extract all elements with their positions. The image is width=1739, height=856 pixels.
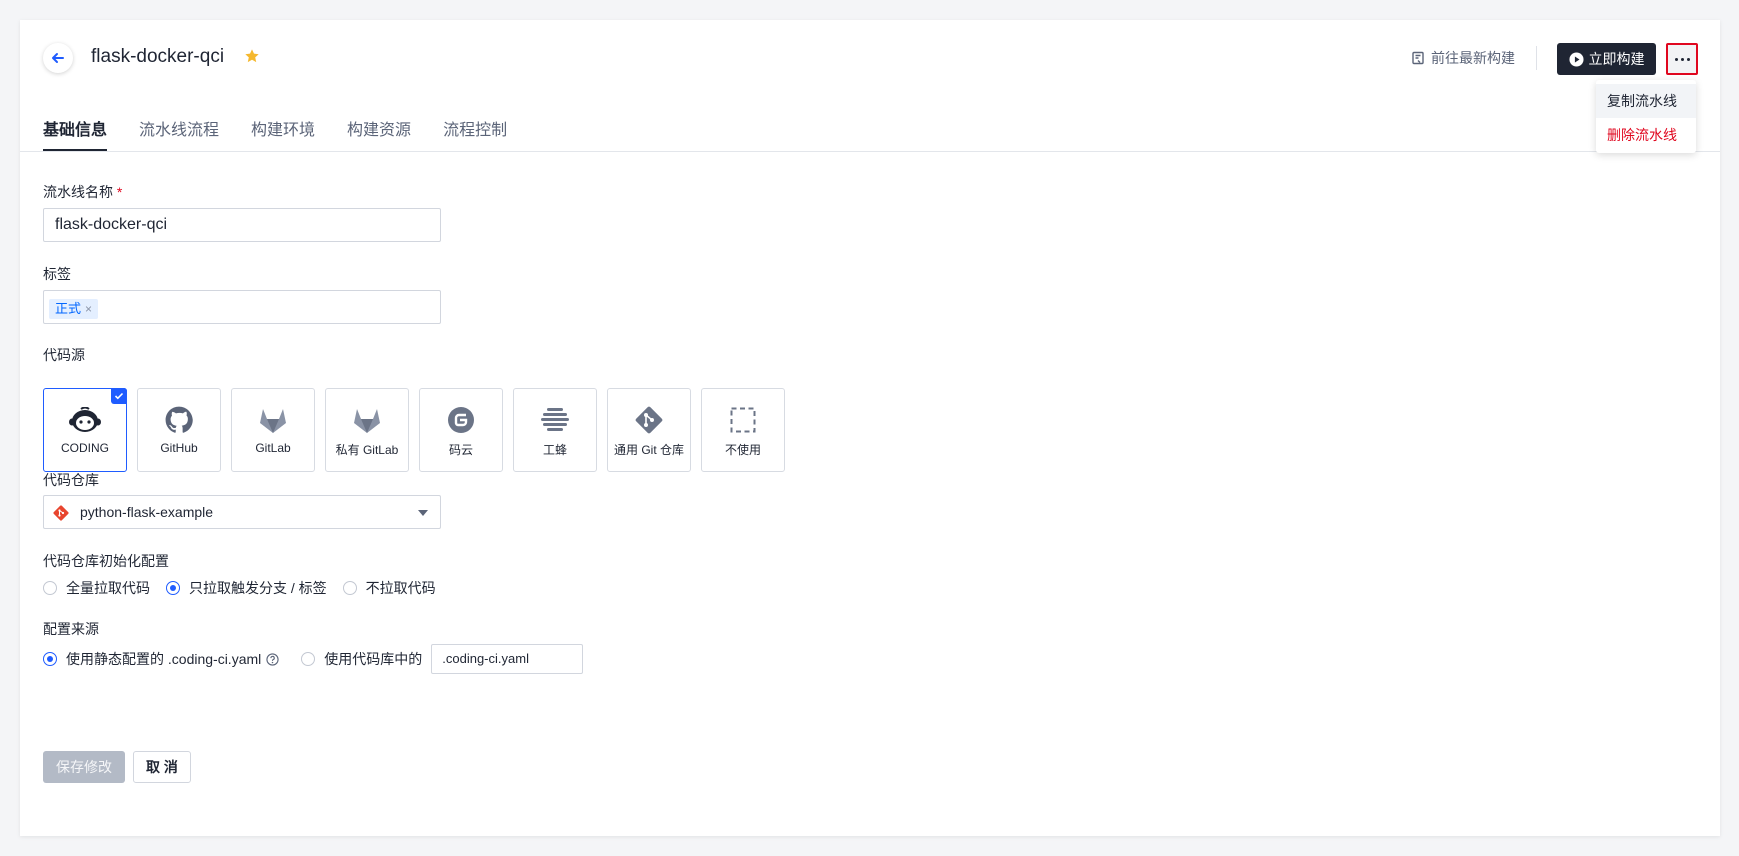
github-icon (165, 405, 193, 435)
git-repo-icon (53, 505, 69, 521)
config-source-options: 使用静态配置的 .coding-ci.yaml 使用代码库中的 .coding-… (43, 644, 584, 674)
tag-chip: 正式 × (49, 299, 99, 319)
run-now-button[interactable]: 立即构建 (1557, 43, 1656, 75)
menu-item-delete-pipeline[interactable]: 删除流水线 (1596, 118, 1696, 152)
repo-select-value: python-flask-example (80, 504, 214, 520)
cancel-button[interactable]: 取 消 (133, 751, 191, 783)
tag-chip-label: 正式 (55, 301, 82, 316)
source-tile-private-gitlab[interactable]: 私有 GitLab (325, 388, 409, 472)
tab-pipeline-flow[interactable]: 流水线流程 (139, 116, 219, 150)
source-tile-label: 不使用 (724, 443, 761, 457)
repo-select[interactable]: python-flask-example (43, 495, 441, 529)
dot-icon (1674, 57, 1678, 61)
source-tile-label: GitHub (160, 441, 198, 455)
source-tile-gitlab[interactable]: GitLab (231, 388, 315, 472)
save-button[interactable]: 保存修改 (43, 751, 125, 783)
run-now-label: 立即构建 (1588, 51, 1645, 67)
gitee-icon (447, 405, 475, 435)
gitlab-icon (258, 405, 288, 435)
page-title: flask-docker-qci (91, 46, 225, 67)
tab-basic-info[interactable]: 基础信息 (43, 116, 108, 151)
code-source-label: 代码源 (43, 347, 85, 363)
source-tile-github[interactable]: GitHub (137, 388, 221, 472)
required-mark: * (116, 184, 123, 200)
check-icon (111, 388, 127, 404)
build-log-icon (1412, 51, 1424, 65)
arrow-left-icon (52, 53, 64, 63)
source-tile-label: 通用 Git 仓库 (613, 443, 684, 457)
repo-init-label: 代码仓库初始化配置 (43, 553, 169, 569)
source-tile-label: GitLab (255, 441, 291, 455)
dot-icon (1686, 57, 1690, 61)
tab-build-env[interactable]: 构建环境 (251, 116, 315, 150)
settings-tabs: 基础信息 流水线流程 构建环境 构建资源 流程控制 (43, 116, 539, 151)
star-icon[interactable] (244, 48, 260, 64)
menu-item-copy-pipeline[interactable]: 复制流水线 (1596, 84, 1696, 118)
play-icon (1568, 51, 1584, 67)
git-icon (635, 405, 663, 435)
pipeline-settings-card: flask-docker-qci 前往最新构建 立即构建 复制流水线 删除流水线… (20, 20, 1720, 836)
tags-label: 标签 (43, 266, 71, 282)
radio-no-clone[interactable] (342, 581, 357, 595)
back-button[interactable] (43, 43, 73, 73)
source-tile-gongfeng[interactable]: 工蜂 (513, 388, 597, 472)
dot-icon (1680, 57, 1684, 61)
repo-init-options: 全量拉取代码 只拉取触发分支 / 标签 不拉取代码 (43, 578, 436, 598)
goto-latest-build-link[interactable]: 前往最新构建 (1411, 48, 1515, 68)
pipeline-name-input[interactable]: flask-docker-qci (43, 208, 441, 242)
tab-build-resources[interactable]: 构建资源 (347, 116, 411, 150)
repo-label: 代码仓库 (43, 472, 99, 488)
pipeline-name-label-text: 流水线名称 (43, 184, 113, 200)
tab-flow-control[interactable]: 流程控制 (443, 116, 507, 150)
tag-remove-icon[interactable]: × (85, 299, 92, 319)
more-actions-button[interactable] (1666, 43, 1698, 75)
radio-no-clone-label: 不拉取代码 (365, 580, 436, 596)
config-source-label: 配置来源 (43, 621, 99, 637)
private-gitlab-icon (352, 405, 382, 435)
radio-full-clone[interactable] (43, 581, 57, 595)
tags-input[interactable]: 正式 × (43, 290, 441, 324)
source-tile-generic-git[interactable]: 通用 Git 仓库 (607, 388, 691, 472)
source-tile-coding[interactable]: CODING (43, 388, 127, 472)
config-path-input[interactable]: .coding-ci.yaml (431, 644, 584, 674)
source-tile-label: 工蜂 (542, 443, 567, 457)
pipeline-name-label: 流水线名称 * (43, 182, 122, 202)
radio-trigger-branch-only-label: 只拉取触发分支 / 标签 (189, 580, 327, 596)
radio-repo-config-label: 使用代码库中的 (324, 651, 423, 667)
coding-icon (68, 405, 102, 435)
radio-repo-config[interactable] (301, 652, 316, 666)
tabs-divider (20, 151, 1720, 152)
more-actions-menu: 复制流水线 删除流水线 (1596, 80, 1696, 153)
help-icon[interactable] (266, 652, 279, 666)
header-divider (1536, 46, 1537, 70)
radio-full-clone-label: 全量拉取代码 (66, 580, 150, 596)
source-tile-label: 私有 GitLab (335, 443, 399, 457)
source-tile-gitee[interactable]: 码云 (419, 388, 503, 472)
radio-static-config[interactable] (43, 652, 57, 666)
source-tile-label: CODING (61, 441, 109, 455)
gongfeng-icon (540, 405, 570, 435)
radio-static-config-label: 使用静态配置的 .coding-ci.yaml (66, 651, 262, 667)
source-tile-label: 码云 (448, 443, 473, 457)
source-tile-none[interactable]: 不使用 (701, 388, 785, 472)
caret-down-icon (418, 510, 428, 516)
radio-trigger-branch-only[interactable] (166, 581, 180, 595)
goto-latest-build-label: 前往最新构建 (1431, 50, 1515, 66)
none-icon (730, 405, 756, 435)
